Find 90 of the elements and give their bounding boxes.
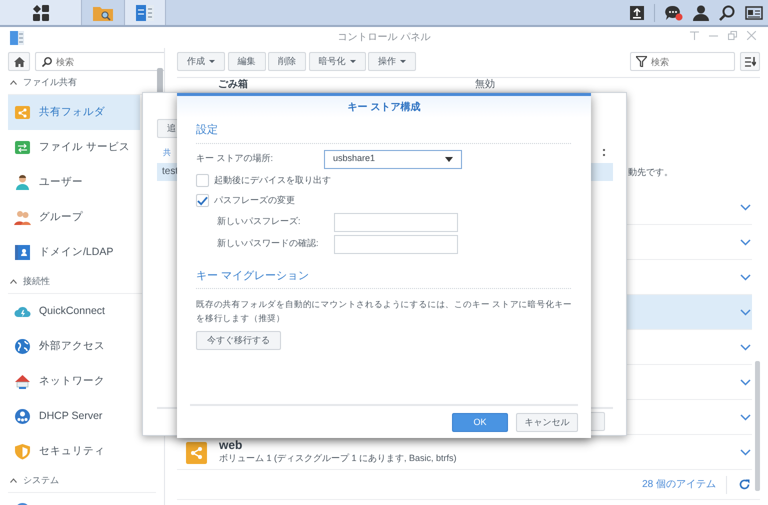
sidebar-item[interactable]: ファイル サービス bbox=[8, 130, 140, 165]
field-label: 新しいパスワードの確認: bbox=[217, 237, 320, 250]
folder-description: ボリューム 1 (ディスクグループ 1 にあります, Basic, btrfs) bbox=[219, 452, 457, 466]
network-icon bbox=[14, 408, 31, 425]
scrollbar[interactable] bbox=[755, 361, 760, 491]
section-heading: ファイル共有 bbox=[23, 76, 77, 89]
home-icon bbox=[14, 56, 24, 66]
section-heading: 接続性 bbox=[23, 274, 50, 288]
detail-label: ごみ箱 bbox=[218, 79, 249, 90]
window-title: コントロール パネル bbox=[338, 31, 430, 45]
filter-icon bbox=[636, 56, 647, 67]
collapse-icon[interactable] bbox=[10, 279, 17, 284]
cancel-button[interactable]: キャンセル bbox=[516, 412, 578, 432]
collapse-icon[interactable] bbox=[10, 478, 17, 483]
table-cell: test bbox=[162, 166, 178, 177]
input-field[interactable] bbox=[334, 212, 458, 232]
filter-input[interactable]: 検索 bbox=[651, 54, 734, 69]
group-icon bbox=[14, 209, 31, 226]
sidebar-item[interactable]: ドメイン/LDAP bbox=[8, 235, 140, 270]
sidebar-item[interactable]: セキュリティ bbox=[8, 434, 140, 469]
folder-name: web bbox=[219, 438, 244, 452]
id-card-icon[interactable] bbox=[745, 6, 763, 20]
sidebar-item[interactable]: DHCP Server bbox=[8, 399, 140, 434]
search-icon[interactable] bbox=[719, 4, 735, 20]
toolbar-button[interactable]: 作成 bbox=[177, 52, 225, 71]
folder-search-icon[interactable] bbox=[93, 4, 113, 20]
sidebar-item[interactable]: ユーザー bbox=[8, 165, 140, 200]
house-icon bbox=[14, 373, 31, 390]
shared-folder-icon bbox=[14, 104, 31, 121]
sidebar-item[interactable]: 共有フォルダ bbox=[8, 95, 140, 130]
collapse-icon[interactable] bbox=[10, 80, 17, 85]
expand-icon[interactable] bbox=[740, 274, 751, 280]
toolbar-button[interactable]: 暗号化 bbox=[308, 52, 366, 71]
expand-icon[interactable] bbox=[740, 238, 751, 246]
home-button[interactable] bbox=[8, 52, 30, 71]
arrows-icon bbox=[14, 139, 31, 156]
search-icon bbox=[42, 56, 52, 66]
expand-icon[interactable] bbox=[740, 204, 751, 210]
apps-icon[interactable] bbox=[32, 4, 48, 20]
scrollbar[interactable] bbox=[157, 68, 163, 94]
description-text: 動先です。 bbox=[628, 166, 673, 179]
user-icon bbox=[14, 174, 31, 191]
sort-button[interactable] bbox=[740, 52, 760, 71]
toolbar-button[interactable]: 操作 bbox=[368, 52, 416, 71]
checkbox[interactable] bbox=[196, 194, 209, 208]
filter-field[interactable]: 検索 bbox=[630, 52, 735, 71]
dialog-title: キー ストア構成 bbox=[177, 96, 591, 118]
sidebar-item[interactable]: QuickConnect bbox=[8, 294, 140, 329]
field-label: 新しいパスフレーズ: bbox=[217, 215, 302, 228]
item-count: 28 個のアイテム bbox=[642, 476, 727, 494]
section-heading: キー マイグレーション bbox=[196, 268, 571, 289]
column-header: 共 bbox=[163, 147, 171, 159]
pin-icon[interactable] bbox=[690, 31, 699, 40]
search-field[interactable]: 検索 bbox=[35, 52, 164, 71]
upload-icon[interactable] bbox=[630, 6, 644, 20]
input-field[interactable] bbox=[334, 234, 458, 254]
expand-icon[interactable] bbox=[740, 414, 751, 420]
checkbox[interactable] bbox=[196, 174, 209, 187]
expand-icon[interactable] bbox=[740, 344, 751, 350]
option-label: パスフレーズの変更 bbox=[214, 194, 295, 207]
sidebar-item[interactable]: グループ bbox=[8, 200, 140, 235]
section-heading: システム bbox=[23, 474, 59, 487]
field-label: キー ストアの場所: bbox=[196, 152, 274, 166]
close-icon[interactable] bbox=[747, 31, 756, 40]
control-panel-icon bbox=[10, 31, 24, 45]
shield-icon bbox=[14, 443, 31, 460]
expand-icon[interactable] bbox=[740, 308, 751, 316]
toolbar-button[interactable]: 削除 bbox=[268, 52, 306, 71]
sort-icon bbox=[744, 56, 756, 66]
user-icon[interactable] bbox=[693, 4, 709, 20]
sidebar-item[interactable]: 外部アクセス bbox=[8, 329, 140, 364]
caret-icon bbox=[445, 156, 453, 162]
section-heading: 設定 bbox=[196, 122, 571, 144]
detail-value: 無効 bbox=[475, 79, 495, 90]
address-book-icon bbox=[14, 244, 31, 261]
shared-folder-icon bbox=[186, 440, 207, 464]
migrate-button[interactable]: 今すぐ移行する bbox=[196, 331, 281, 350]
expand-icon[interactable] bbox=[740, 448, 751, 456]
toolbar-button[interactable]: 編集 bbox=[228, 52, 266, 71]
key-store-dropdown[interactable]: usbshare1 bbox=[324, 150, 462, 168]
option-label: 起動後にデバイスを取り出す bbox=[214, 174, 331, 186]
chat-icon[interactable] bbox=[665, 4, 683, 20]
restore-icon[interactable] bbox=[728, 31, 737, 40]
sidebar-item[interactable]: ネットワーク bbox=[8, 364, 140, 399]
search-input[interactable]: 検索 bbox=[56, 54, 164, 69]
globe-icon bbox=[14, 338, 31, 355]
expand-icon[interactable] bbox=[740, 378, 751, 386]
control-panel-icon[interactable] bbox=[136, 4, 154, 22]
refresh-icon[interactable] bbox=[739, 479, 750, 490]
description-text: 既存の共有フォルダを自動的にマウントされるようにするには、このキー ストアに暗号化キーを移行します（推奨） bbox=[196, 298, 574, 325]
